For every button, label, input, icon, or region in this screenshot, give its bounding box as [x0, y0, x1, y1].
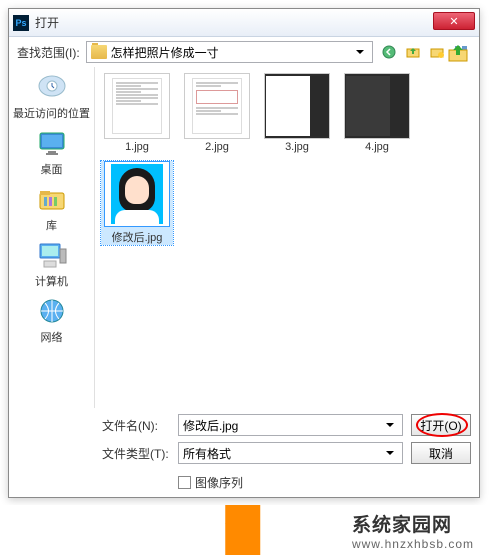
sidebar-item-label: 库 — [46, 217, 57, 233]
look-in-value: 怎样把照片修成一寸 — [111, 44, 352, 61]
watermark-url: www.hnzxhbsb.com — [352, 537, 474, 551]
network-icon — [36, 297, 68, 327]
bottom-controls: 文件名(N): 修改后.jpg 打开(O) 文件类型(T): 所有格式 — [94, 408, 479, 497]
watermark-house-icon — [225, 515, 245, 537]
file-item[interactable]: 修改后.jpg — [101, 161, 173, 245]
filename-combo[interactable]: 修改后.jpg — [178, 414, 403, 436]
sidebar-item-label: 计算机 — [35, 273, 68, 289]
file-name: 2.jpg — [205, 141, 229, 153]
chevron-down-icon — [382, 415, 398, 435]
file-list[interactable]: 1.jpg 2.jpg 3.jpg 4.jpg 修改后.jpg — [94, 67, 479, 408]
open-dialog-window: Ps 打开 ✕ 查找范围(I): 怎样把照片修成一寸 最近访问的位置 桌面 — [8, 8, 480, 498]
file-name: 3.jpg — [285, 141, 309, 153]
sidebar-item-label: 桌面 — [41, 161, 63, 177]
back-icon[interactable] — [379, 42, 399, 62]
new-folder-icon[interactable] — [427, 42, 447, 62]
dialog-body: 最近访问的位置 桌面 库 计算机 网络 1.jpg 2.jpg 3.jpg 4.jpg… — [9, 67, 479, 497]
sidebar-item-label: 最近访问的位置 — [13, 105, 90, 121]
file-name: 修改后.jpg — [112, 229, 163, 245]
filename-row: 文件名(N): 修改后.jpg 打开(O) — [102, 414, 471, 436]
file-item[interactable]: 3.jpg — [261, 73, 333, 153]
file-item[interactable]: 4.jpg — [341, 73, 413, 153]
filetype-combo[interactable]: 所有格式 — [178, 442, 403, 464]
folder-icon — [91, 45, 107, 59]
open-button-label: 打开(O) — [420, 417, 461, 434]
sidebar-item-computer[interactable]: 计算机 — [9, 241, 94, 289]
filename-label: 文件名(N): — [102, 417, 170, 434]
up-folder-icon[interactable] — [403, 42, 423, 62]
look-in-label: 查找范围(I): — [17, 44, 80, 61]
cancel-button-label: 取消 — [429, 445, 453, 462]
filetype-row: 文件类型(T): 所有格式 取消 — [102, 442, 471, 464]
desktop-icon — [36, 129, 68, 159]
sidebar-item-recent[interactable]: 最近访问的位置 — [9, 73, 94, 121]
watermark: 系统家园网 www.hnzxhbsb.com — [0, 505, 500, 555]
close-button[interactable]: ✕ — [433, 12, 475, 30]
open-button[interactable]: 打开(O) — [411, 414, 471, 436]
sidebar-item-desktop[interactable]: 桌面 — [9, 129, 94, 177]
look-in-toolbar: 查找范围(I): 怎样把照片修成一寸 — [9, 37, 479, 67]
sequence-label: 图像序列 — [195, 474, 243, 491]
computer-icon — [36, 241, 68, 271]
filetype-value: 所有格式 — [183, 445, 382, 462]
titlebar: Ps 打开 ✕ — [9, 9, 479, 37]
places-sidebar: 最近访问的位置 桌面 库 计算机 网络 — [9, 67, 94, 497]
window-title: 打开 — [35, 14, 59, 31]
cancel-button[interactable]: 取消 — [411, 442, 471, 464]
look-in-combo[interactable]: 怎样把照片修成一寸 — [86, 41, 373, 63]
chevron-down-icon — [352, 42, 368, 62]
main-area: 1.jpg 2.jpg 3.jpg 4.jpg 修改后.jpg 文件名(N): 修改后.… — [94, 67, 479, 497]
sequence-checkbox[interactable] — [178, 476, 191, 489]
recent-places-icon — [36, 73, 68, 103]
file-name: 4.jpg — [365, 141, 389, 153]
sidebar-item-library[interactable]: 库 — [9, 185, 94, 233]
file-item[interactable]: 1.jpg — [101, 73, 173, 153]
chevron-down-icon — [382, 443, 398, 463]
filename-value: 修改后.jpg — [183, 417, 382, 434]
watermark-brand: 系统家园网 — [352, 510, 452, 537]
file-name: 1.jpg — [125, 141, 149, 153]
file-item[interactable]: 2.jpg — [181, 73, 253, 153]
sidebar-item-label: 网络 — [41, 329, 63, 345]
sidebar-item-network[interactable]: 网络 — [9, 297, 94, 345]
filetype-label: 文件类型(T): — [102, 445, 170, 462]
goto-folder-icon[interactable] — [447, 45, 469, 63]
sequence-row: 图像序列 — [178, 474, 471, 491]
photoshop-icon: Ps — [13, 15, 29, 31]
library-icon — [36, 185, 68, 215]
